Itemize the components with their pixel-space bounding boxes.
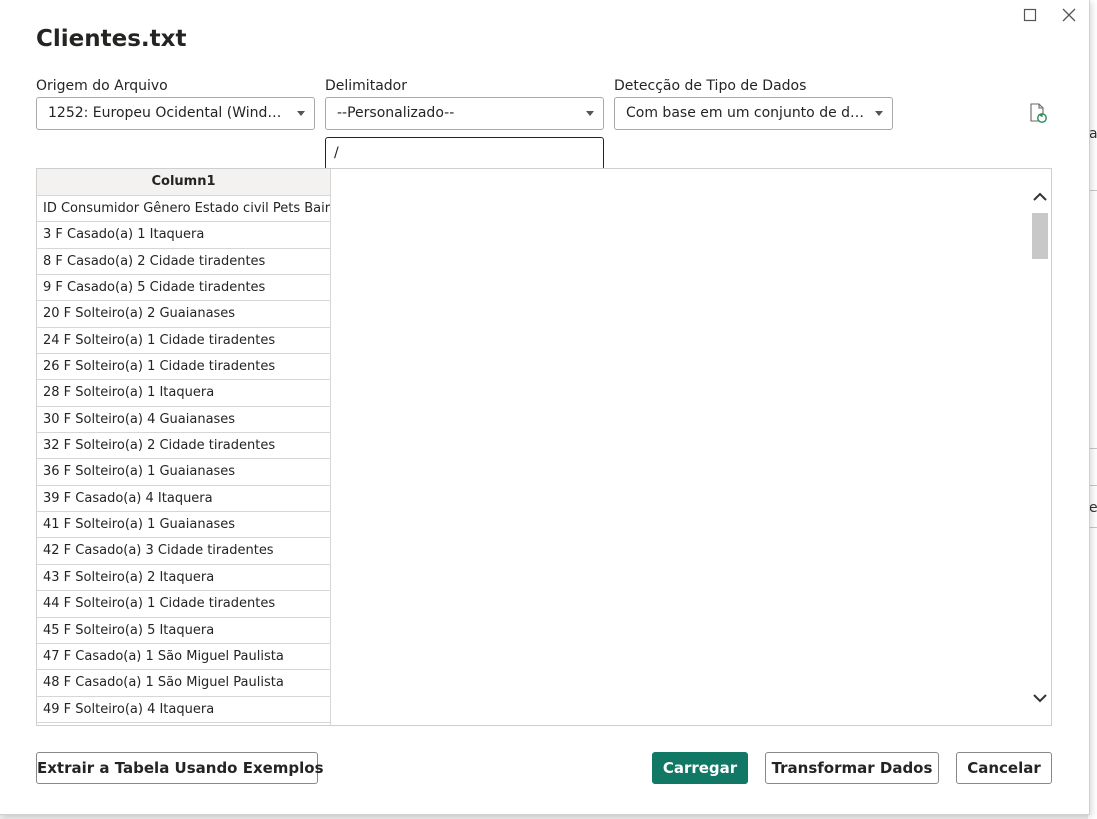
cancel-button[interactable]: Cancelar	[956, 752, 1052, 784]
column-header[interactable]: Column1	[37, 169, 331, 196]
transform-data-button[interactable]: Transformar Dados	[765, 752, 939, 784]
extract-table-button[interactable]: Extrair a Tabela Usando Exemplos	[36, 752, 324, 784]
table-row: 48 F Casado(a) 1 São Miguel Paulista	[37, 670, 331, 697]
file-origin-select[interactable]: 1252: Europeu Ocidental (Windows)	[36, 97, 315, 130]
vertical-scrollbar[interactable]	[1030, 183, 1050, 715]
table-row: 32 F Solteiro(a) 2 Cidade tiradentes	[37, 433, 331, 460]
file-origin-label: Origem do Arquivo	[36, 78, 168, 94]
table-row: 30 F Solteiro(a) 4 Guaianases	[37, 406, 331, 434]
table-body: ID Consumidor Gênero Estado civil Pets B…	[37, 196, 331, 725]
chevron-down-icon	[875, 111, 883, 116]
type-detection-select[interactable]: Com base em um conjunto de dad...	[614, 97, 893, 130]
scroll-up-button[interactable]	[1030, 187, 1050, 207]
custom-delimiter-value: /	[334, 145, 339, 161]
load-button[interactable]: Carregar	[652, 752, 748, 784]
table-row: 44 F Solteiro(a) 1 Cidade tiradentes	[37, 591, 331, 618]
table-row: 45 F Solteiro(a) 5 Itaquera	[37, 617, 331, 644]
custom-delimiter-input[interactable]: /	[325, 137, 604, 170]
background-divider	[1090, 485, 1097, 486]
table-row: 9 F Casado(a) 5 Cidade tiradentes	[37, 275, 331, 302]
table-row: 42 F Casado(a) 3 Cidade tiradentes	[37, 538, 331, 565]
table-row: 26 F Solteiro(a) 1 Cidade tiradentes	[37, 354, 331, 381]
import-dialog: Clientes.txt Origem do Arquivo 1252: Eur…	[0, 0, 1090, 815]
close-button[interactable]	[1058, 4, 1080, 26]
chevron-down-icon	[1033, 694, 1047, 703]
table-row: 47 F Casado(a) 1 São Miguel Paulista	[37, 643, 331, 671]
background-text: a	[1089, 126, 1097, 142]
table-row: 39 F Casado(a) 4 Itaquera	[37, 485, 331, 513]
table-row	[37, 722, 331, 725]
preview-table: Column1 ID Consumidor Gênero Estado civi…	[37, 169, 331, 725]
table-row: 3 F Casado(a) 1 Itaquera	[37, 222, 331, 249]
table-row: ID Consumidor Gênero Estado civil Pets B…	[37, 196, 331, 223]
table-row: 41 F Solteiro(a) 1 Guaianases	[37, 512, 331, 539]
table-row: 24 F Solteiro(a) 1 Cidade tiradentes	[37, 327, 331, 355]
table-row: 49 F Solteiro(a) 4 Itaquera	[37, 696, 331, 723]
dialog-title: Clientes.txt	[36, 26, 187, 52]
chevron-down-icon	[586, 111, 594, 116]
delimiter-value: --Personalizado--	[337, 105, 455, 121]
table-row: 43 F Solteiro(a) 2 Itaquera	[37, 564, 331, 592]
chevron-up-icon	[1033, 192, 1047, 201]
scroll-thumb[interactable]	[1032, 213, 1048, 259]
type-detection-value: Com base em um conjunto de dad...	[626, 105, 881, 121]
background-divider	[1090, 448, 1097, 449]
table-row: 36 F Solteiro(a) 1 Guaianases	[37, 459, 331, 486]
background-text: e	[1089, 500, 1097, 516]
refresh-button[interactable]	[1028, 102, 1048, 124]
table-row: 28 F Solteiro(a) 1 Itaquera	[37, 380, 331, 407]
chevron-down-icon	[297, 111, 305, 116]
type-detection-label: Detecção de Tipo de Dados	[614, 78, 807, 94]
background-divider	[1090, 190, 1097, 191]
background-divider	[1090, 527, 1097, 528]
table-row: 8 F Casado(a) 2 Cidade tiradentes	[37, 248, 331, 276]
refresh-file-icon	[1030, 103, 1047, 123]
data-preview: Column1 ID Consumidor Gênero Estado civi…	[36, 168, 1052, 726]
file-origin-value: 1252: Europeu Ocidental (Windows)	[48, 105, 301, 121]
scroll-down-button[interactable]	[1030, 688, 1050, 708]
maximize-button[interactable]	[1019, 4, 1041, 26]
table-row: 20 F Solteiro(a) 2 Guaianases	[37, 301, 331, 328]
delimiter-label: Delimitador	[325, 78, 407, 94]
delimiter-select[interactable]: --Personalizado--	[325, 97, 604, 130]
close-icon	[1062, 8, 1076, 22]
maximize-icon	[1023, 8, 1037, 22]
